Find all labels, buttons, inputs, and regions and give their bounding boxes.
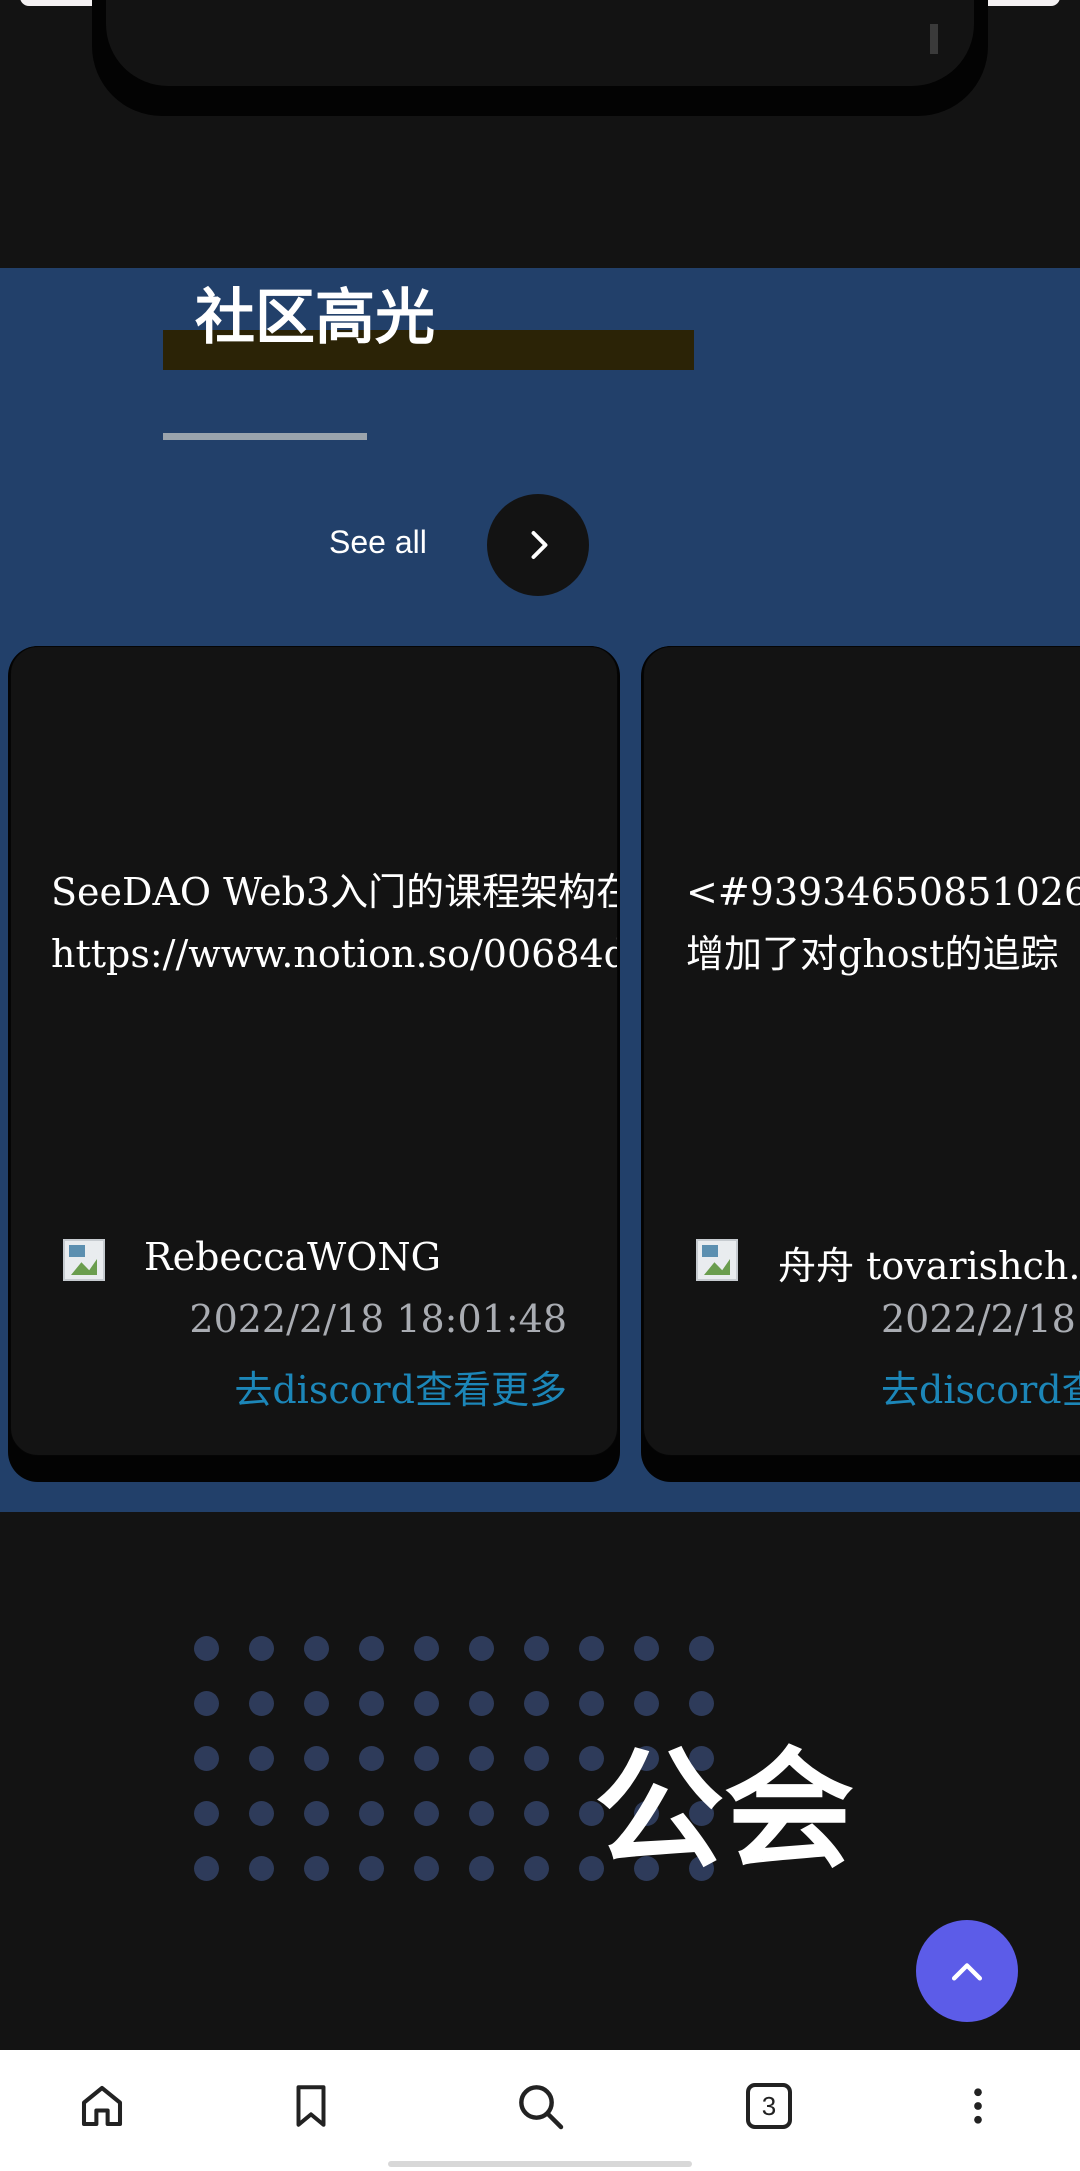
grid-dot [194,1636,219,1661]
more-menu-button[interactable] [948,2076,1008,2136]
grid-dot [304,1636,329,1661]
grid-dot [579,1636,604,1661]
message-line: 增加了对ghost的追踪 [686,932,1059,976]
bookmark-button[interactable] [281,2076,341,2136]
grid-dot [634,1691,659,1716]
post-date: 2022/2/18 18:01:48 [189,1297,567,1341]
grid-dot [249,1746,274,1771]
message-line: <#939346508510269503> [686,870,1080,914]
grid-dot [469,1691,494,1716]
grid-dot [469,1801,494,1826]
grid-dot [469,1856,494,1881]
grid-dot [304,1801,329,1826]
grid-dot [689,1636,714,1661]
avatar [63,1239,105,1281]
tab-count-badge: 3 [746,2083,792,2129]
previous-section-card [92,0,988,116]
title-underline [163,433,367,440]
grid-dot [194,1691,219,1716]
see-all-button[interactable] [487,494,589,596]
grid-dot [524,1691,549,1716]
message-line: SeeDAO Web3入门的课程架构在notion [51,870,617,914]
author-name: RebeccaWONG [144,1235,441,1279]
grid-dot [414,1636,439,1661]
search-icon [519,2085,564,2130]
message-line: https://www.notion.so/00684d23d81 [51,932,617,976]
tabs-button[interactable]: 3 [739,2076,799,2136]
highlight-card[interactable]: SeeDAO Web3入门的课程架构在notion https://www.no… [8,646,620,1482]
post-date: 2022/2/18 16 [881,1297,1080,1341]
card-message: <#939346508510269503> 增加了对ghost的追踪 [686,861,1080,985]
more-vertical-icon [974,2088,982,2124]
grid-dot [524,1636,549,1661]
grid-dot [359,1801,384,1826]
home-button[interactable] [72,2076,132,2136]
grid-dot [194,1856,219,1881]
grid-dot [304,1691,329,1716]
guild-section-title: 公会 [594,1733,855,1886]
chevron-up-icon [951,1963,983,1981]
author-name: 舟舟 tovarishch.eth [778,1244,1080,1288]
chevron-right-icon [531,531,548,559]
card-body: <#939346508510269503> 增加了对ghost的追踪 舟舟 to… [643,646,1080,1456]
home-icon [81,2085,123,2127]
grid-dot [414,1746,439,1771]
grid-dot [524,1801,549,1826]
grid-dot [469,1636,494,1661]
grid-dot [194,1801,219,1826]
discord-more-link[interactable]: 去discord查看更多 [881,1359,1080,1414]
grid-dot [689,1691,714,1716]
grid-dot [524,1856,549,1881]
see-all-link[interactable]: See all [329,524,427,561]
grid-dot [414,1801,439,1826]
grid-dot [304,1856,329,1881]
grid-dot [249,1801,274,1826]
grid-dot [524,1746,549,1771]
community-highlights-section: 社区高光 See all SeeDAO Web3入门的课程架构在notion h… [0,268,1080,1512]
scroll-to-top-button[interactable] [916,1920,1018,2022]
grid-dot [304,1746,329,1771]
gesture-home-indicator[interactable] [388,2161,692,2167]
scroll-indicator [930,24,938,54]
discord-more-link[interactable]: 去discord查看更多 [234,1359,567,1414]
highlight-card[interactable]: <#939346508510269503> 增加了对ghost的追踪 舟舟 to… [641,646,1080,1482]
card-body: SeeDAO Web3入门的课程架构在notion https://www.no… [10,646,618,1456]
grid-dot [249,1856,274,1881]
grid-dot [249,1636,274,1661]
grid-dot [414,1691,439,1716]
previous-card-body [106,0,974,86]
section-title: 社区高光 [195,283,435,353]
bookmark-icon [296,2085,326,2127]
grid-dot [579,1691,604,1716]
grid-dot [634,1636,659,1661]
search-button[interactable] [510,2076,570,2136]
grid-dot [469,1746,494,1771]
grid-dot [359,1746,384,1771]
grid-dot [359,1636,384,1661]
card-message: SeeDAO Web3入门的课程架构在notion https://www.no… [51,861,617,985]
browser-bottom-nav: 3 [0,2050,1080,2171]
grid-dot [359,1856,384,1881]
grid-dot [414,1856,439,1881]
avatar [696,1239,738,1281]
grid-dot [194,1746,219,1771]
grid-dot [249,1691,274,1716]
grid-dot [359,1691,384,1716]
